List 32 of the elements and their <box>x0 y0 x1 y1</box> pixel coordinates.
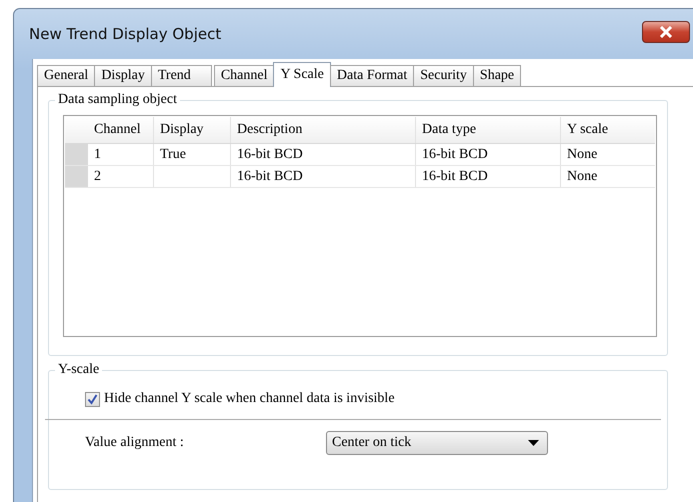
checkbox[interactable] <box>85 392 100 406</box>
column-header: Display <box>154 117 231 143</box>
window-title: New Trend Display Object <box>29 25 222 43</box>
column-header: Y scale <box>566 121 610 139</box>
tab[interactable]: Shape <box>472 65 522 86</box>
tab[interactable]: Security <box>413 65 474 86</box>
column-header: Data type <box>416 117 561 143</box>
table-cell-text: None <box>566 146 598 164</box>
table-cell: 16-bit BCD <box>231 144 416 165</box>
field-label: Value alignment : <box>85 435 185 451</box>
column-header: Channel <box>88 117 154 143</box>
tab[interactable]: Data Format <box>330 65 414 86</box>
group-title: Data sampling object <box>55 92 180 108</box>
tab[interactable]: General <box>37 65 96 86</box>
table-cell: 2 <box>88 166 154 187</box>
tab[interactable]: Trend <box>150 65 212 86</box>
table-cell: 16-bit BCD <box>416 166 561 187</box>
table-cell: 1 <box>88 144 154 165</box>
row-selector <box>65 166 88 187</box>
checkbox-label: Hide channel Y scale when channel data is invisible <box>104 391 395 407</box>
close-button[interactable] <box>642 21 690 43</box>
close-icon <box>659 26 673 38</box>
dropdown-arrow-icon <box>528 440 539 446</box>
tab[interactable]: Channel <box>214 65 274 86</box>
value-alignment-dropdown[interactable]: Center on tick <box>326 431 548 455</box>
table-cell-text: None <box>566 168 598 186</box>
table-cell: 16-bit BCD <box>231 166 416 187</box>
tab[interactable]: Display <box>94 65 152 86</box>
tab[interactable]: Y Scale <box>273 62 331 87</box>
table-cell: True <box>154 144 231 165</box>
column-header: Description <box>231 117 416 143</box>
table-cell: 16-bit BCD <box>416 144 561 165</box>
